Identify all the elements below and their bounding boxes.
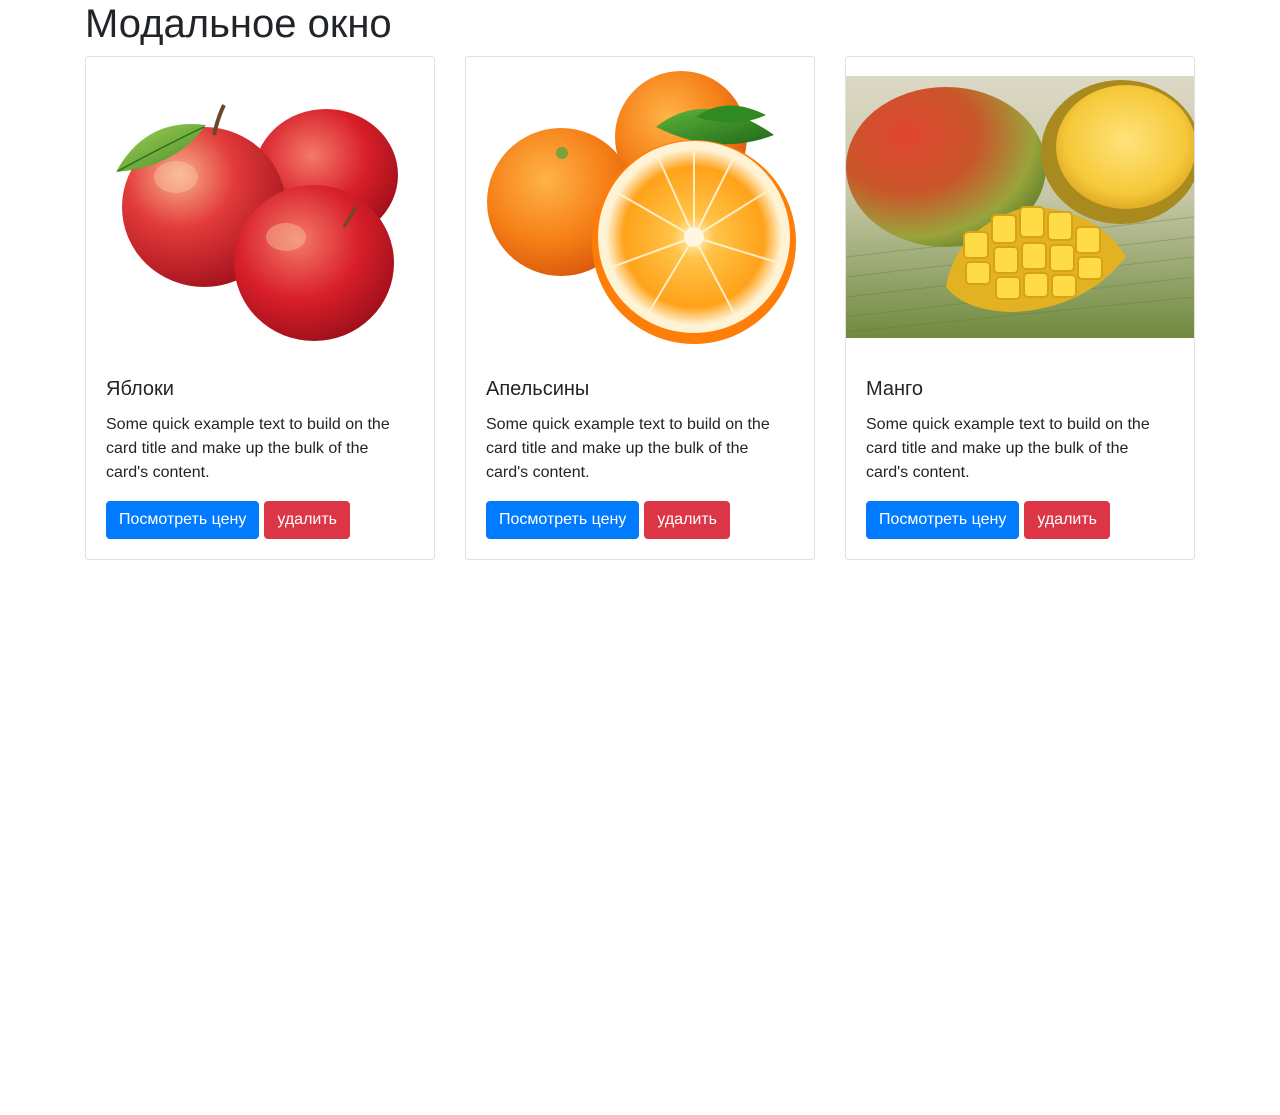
page-container: Модальное окно Яблоки Some quick example…	[85, 0, 1195, 560]
card-title: Яблоки	[106, 378, 174, 400]
card-mango: Манго Some quick example text to build o…	[845, 56, 1195, 560]
card-actions: Посмотреть цену удалить	[486, 501, 794, 539]
card-oranges: Апельсины Some quick example text to bui…	[465, 56, 815, 560]
delete-button[interactable]: удалить	[644, 501, 731, 539]
card-body: Яблоки Some quick example text to build …	[86, 357, 434, 559]
card-actions: Посмотреть цену удалить	[866, 501, 1174, 539]
mango-illustration	[846, 57, 1194, 357]
card-title: Манго	[866, 378, 924, 400]
card-actions: Посмотреть цену удалить	[106, 501, 414, 539]
card-list: Яблоки Some quick example text to build …	[85, 56, 1195, 560]
oranges-image	[466, 57, 814, 357]
oranges-illustration	[466, 57, 814, 357]
view-price-button[interactable]: Посмотреть цену	[106, 501, 260, 539]
page-title: Модальное окно	[85, 2, 392, 46]
card-text: Some quick example text to build on the …	[866, 416, 1150, 481]
delete-button[interactable]: удалить	[264, 501, 351, 539]
card-title: Апельсины	[486, 378, 590, 400]
card-body: Манго Some quick example text to build o…	[846, 357, 1194, 559]
card-body: Апельсины Some quick example text to bui…	[466, 357, 814, 559]
card-text: Some quick example text to build on the …	[106, 416, 390, 481]
apples-illustration	[86, 57, 434, 357]
mango-image	[846, 57, 1194, 357]
view-price-button[interactable]: Посмотреть цену	[486, 501, 640, 539]
delete-button[interactable]: удалить	[1024, 501, 1111, 539]
view-price-button[interactable]: Посмотреть цену	[866, 501, 1020, 539]
card-apples: Яблоки Some quick example text to build …	[85, 56, 435, 560]
apples-image	[86, 57, 434, 357]
card-text: Some quick example text to build on the …	[486, 416, 770, 481]
